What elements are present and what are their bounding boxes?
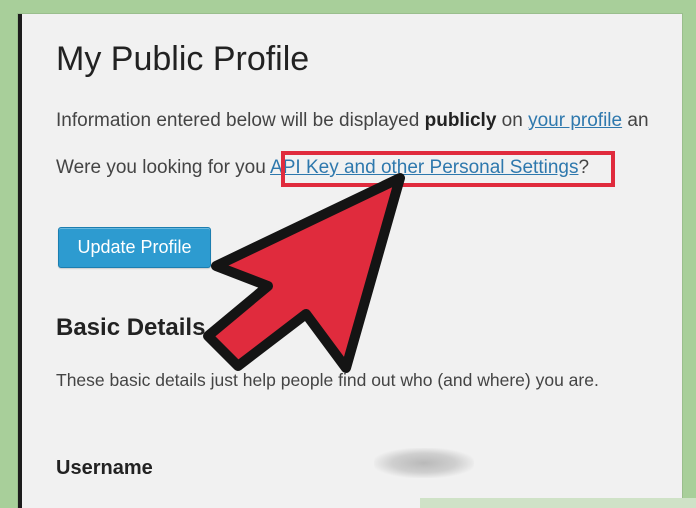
bottom-strip (420, 498, 696, 508)
looking-for-text: Were you looking for you API Key and oth… (56, 157, 589, 179)
api-key-settings-link[interactable]: API Key and other Personal Settings (270, 157, 578, 178)
basic-details-description: These basic details just help people fin… (56, 370, 599, 390)
info-bold: publicly (424, 110, 497, 131)
username-value-blurred (374, 448, 474, 478)
looking-prefix: Were you looking for you (56, 157, 271, 178)
info-text: Information entered below will be displa… (56, 110, 649, 132)
sidebar-edge-tab (18, 98, 22, 120)
update-profile-button[interactable]: Update Profile (58, 227, 211, 268)
info-mid: on (496, 110, 529, 131)
page-title: My Public Profile (56, 40, 310, 78)
screenshot-frame: My Public Profile Information entered be… (0, 0, 696, 508)
info-suffix: an (622, 110, 649, 131)
profile-page: My Public Profile Information entered be… (18, 14, 682, 508)
basic-details-heading: Basic Details (56, 314, 206, 341)
info-prefix: Information entered below will be displa… (56, 110, 425, 131)
looking-suffix: ? (578, 157, 590, 178)
username-label: Username (56, 457, 153, 479)
your-profile-link[interactable]: your profile (528, 110, 622, 131)
